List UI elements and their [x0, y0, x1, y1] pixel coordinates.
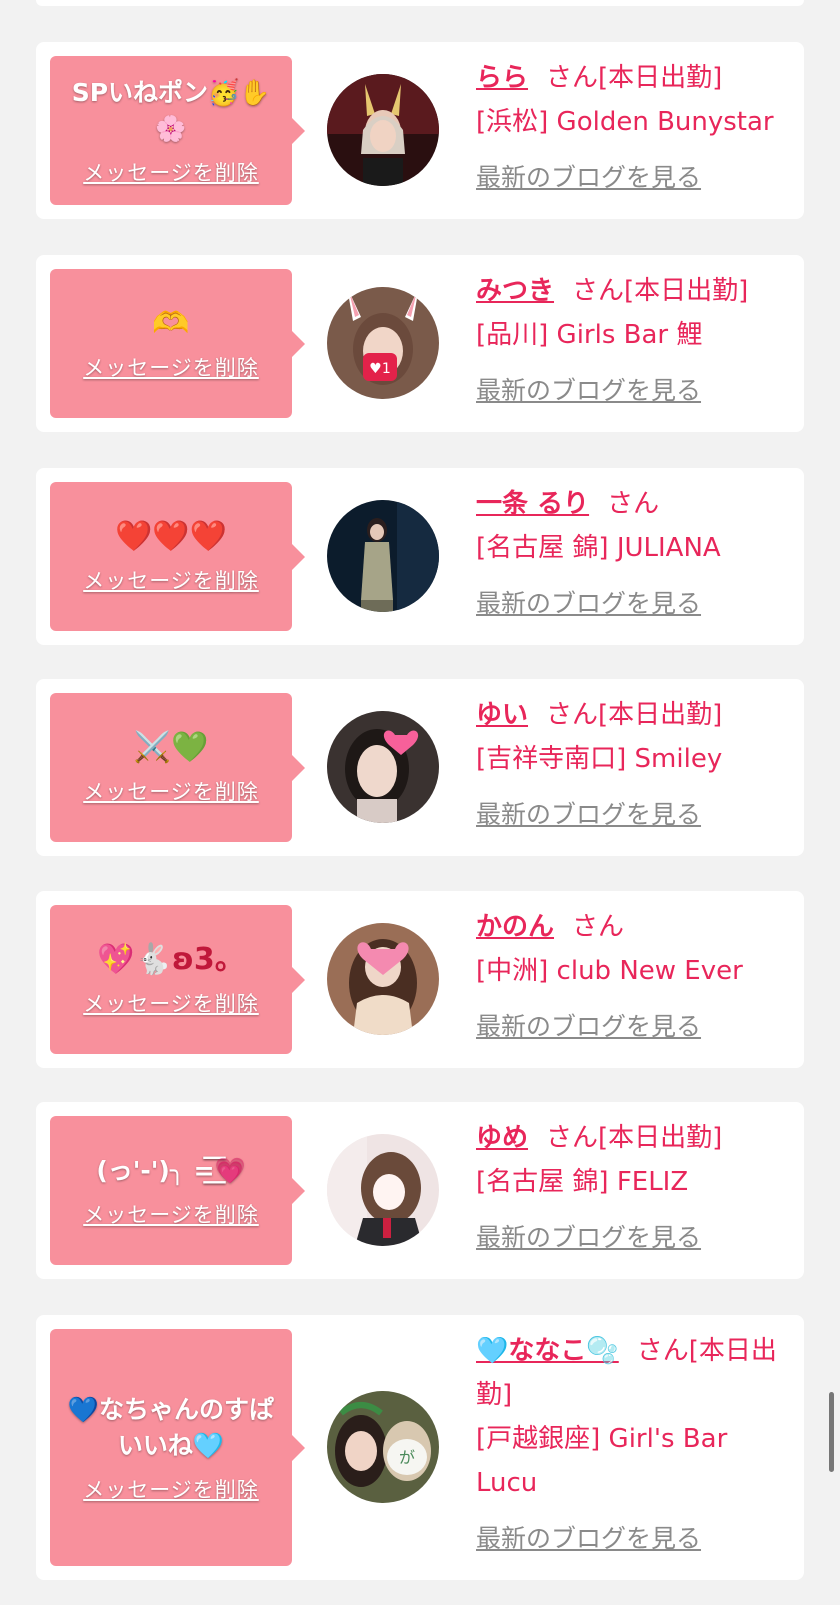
cast-name-link[interactable]: かのん [476, 912, 554, 942]
latest-blog-link[interactable]: 最新のブログを見る [476, 582, 788, 626]
avatar-photo: ♥1 [327, 287, 439, 399]
avatar[interactable] [327, 711, 439, 823]
cast-info: 🩵ななこ🫧 さん[本日出勤] [戸越銀座] Girl's Bar Lucu 最新の… [476, 1329, 788, 1561]
message-card: 🫶 メッセージを削除 ♥1 みつき さん[本日出勤] [品川] Girls Bar… [36, 255, 804, 432]
cast-name-link[interactable]: 🩵ななこ🫧 [476, 1336, 619, 1366]
shop-label: [中洲] club New Ever [476, 956, 743, 986]
avatar-photo [327, 923, 439, 1035]
message-card: ⚔️💚 メッセージを削除 ゆい さん[本日出勤] [吉祥寺南口] Smiley 最… [36, 679, 804, 856]
attendance-status: [本日出勤] [624, 276, 749, 306]
avatar-photo [327, 74, 439, 186]
message-text: 🫶 [152, 305, 190, 341]
message-text: ⚔️💚 [133, 729, 209, 765]
message-bubble: ❤️❤️❤️ メッセージを削除 [50, 482, 305, 631]
honorific: さん [607, 489, 660, 519]
avatar-photo [327, 1134, 439, 1246]
cast-name-link[interactable]: ゆい [476, 700, 528, 730]
delete-message-link[interactable]: メッセージを削除 [83, 988, 259, 1018]
message-bubble: SPいねポン🥳✋🌸 メッセージを削除 [50, 56, 305, 205]
shop-label: [品川] Girls Bar 鯉 [476, 320, 703, 350]
attendance-status: [本日出勤] [598, 700, 723, 730]
latest-blog-link[interactable]: 最新のブログを見る [476, 156, 788, 200]
message-card: (っ'-')╮ =͟͟͞͞💗 メッセージを削除 ゆめ さん[本日出勤] [名古屋 … [36, 1102, 804, 1279]
cast-info: ゆめ さん[本日出勤] [名古屋 錦] FELIZ 最新のブログを見る [476, 1116, 788, 1260]
delete-message-link[interactable]: メッセージを削除 [83, 565, 259, 595]
avatar[interactable]: ♥1 [327, 287, 439, 399]
honorific: さん [572, 276, 625, 306]
shop-label: [浜松] Golden Bunystar [476, 107, 774, 137]
avatar[interactable] [327, 1134, 439, 1246]
message-bubble: 🫶 メッセージを削除 [50, 269, 305, 418]
honorific: さん [546, 1123, 599, 1153]
page: SPいねポン🥳✋🌸 メッセージを削除 らら さん[本日出勤] [浜松] Golde… [0, 0, 840, 1605]
latest-blog-link[interactable]: 最新のブログを見る [476, 1005, 788, 1049]
shop-label: [名古屋 錦] JULIANA [476, 533, 721, 563]
message-card: 💖🐇ʚ3。 メッセージを削除 かのん さん [中洲] club New Ever … [36, 891, 804, 1068]
attendance-status: [本日出勤] [598, 63, 723, 93]
message-text: ❤️❤️❤️ [114, 518, 228, 554]
svg-text:が: が [399, 1448, 415, 1467]
cast-name-link[interactable]: ゆめ [476, 1123, 528, 1153]
latest-blog-link[interactable]: 最新のブログを見る [476, 793, 788, 837]
cast-name-link[interactable]: みつき [476, 276, 554, 306]
delete-message-link[interactable]: メッセージを削除 [83, 1199, 259, 1229]
cast-info: みつき さん[本日出勤] [品川] Girls Bar 鯉 最新のブログを見る [476, 269, 788, 413]
latest-blog-link[interactable]: 最新のブログを見る [476, 1517, 788, 1561]
delete-message-link[interactable]: メッセージを削除 [83, 352, 259, 382]
avatar[interactable] [327, 500, 439, 612]
message-text: SPいねポン🥳✋🌸 [71, 77, 271, 143]
message-card: 💙なちゃんのすぱいいね🩵 メッセージを削除 が 🩵ななこ🫧 さん[本日出勤] [戸… [36, 1315, 804, 1580]
cast-info: かのん さん [中洲] club New Ever 最新のブログを見る [476, 905, 788, 1049]
delete-message-link[interactable]: メッセージを削除 [83, 1474, 259, 1504]
avatar[interactable] [327, 923, 439, 1035]
cast-info: らら さん[本日出勤] [浜松] Golden Bunystar 最新のブログを見… [476, 56, 788, 200]
message-text: 💖🐇ʚ3。 [97, 941, 245, 977]
cast-name-link[interactable]: 一条 るり [476, 489, 589, 519]
honorific: さん [546, 63, 599, 93]
message-text: 💙なちゃんのすぱいいね🩵 [67, 1394, 275, 1460]
message-bubble: 💖🐇ʚ3。 メッセージを削除 [50, 905, 305, 1054]
message-bubble: ⚔️💚 メッセージを削除 [50, 693, 305, 842]
honorific: さん [546, 700, 599, 730]
attendance-status: [本日出勤] [598, 1123, 723, 1153]
avatar[interactable]: が [327, 1391, 439, 1503]
scrollbar[interactable] [829, 1392, 834, 1472]
svg-text:♥1: ♥1 [369, 361, 390, 377]
cast-name-link[interactable]: らら [476, 63, 528, 93]
shop-label: [名古屋 錦] FELIZ [476, 1167, 689, 1197]
delete-message-link[interactable]: メッセージを削除 [83, 157, 259, 187]
latest-blog-link[interactable]: 最新のブログを見る [476, 1216, 788, 1260]
shop-label: [吉祥寺南口] Smiley [476, 744, 723, 774]
message-card: ❤️❤️❤️ メッセージを削除 一条 るり さん [名古屋 錦] JULIANA … [36, 468, 804, 645]
message-bubble: (っ'-')╮ =͟͟͞͞💗 メッセージを削除 [50, 1116, 305, 1265]
latest-blog-link[interactable]: 最新のブログを見る [476, 369, 788, 413]
avatar-photo [327, 500, 439, 612]
previous-card-edge [36, 0, 804, 6]
message-text: (っ'-')╮ =͟͟͞͞💗 [96, 1155, 246, 1185]
avatar[interactable] [327, 74, 439, 186]
avatar-photo [327, 711, 439, 823]
message-bubble: 💙なちゃんのすぱいいね🩵 メッセージを削除 [50, 1329, 305, 1566]
honorific: さん [636, 1336, 689, 1366]
message-card: SPいねポン🥳✋🌸 メッセージを削除 らら さん[本日出勤] [浜松] Golde… [36, 42, 804, 219]
delete-message-link[interactable]: メッセージを削除 [83, 776, 259, 806]
avatar-photo: が [327, 1391, 439, 1503]
cast-info: ゆい さん[本日出勤] [吉祥寺南口] Smiley 最新のブログを見る [476, 693, 788, 837]
shop-label: [戸越銀座] Girl's Bar Lucu [476, 1424, 728, 1498]
honorific: さん [572, 912, 625, 942]
cast-info: 一条 るり さん [名古屋 錦] JULIANA 最新のブログを見る [476, 482, 788, 626]
